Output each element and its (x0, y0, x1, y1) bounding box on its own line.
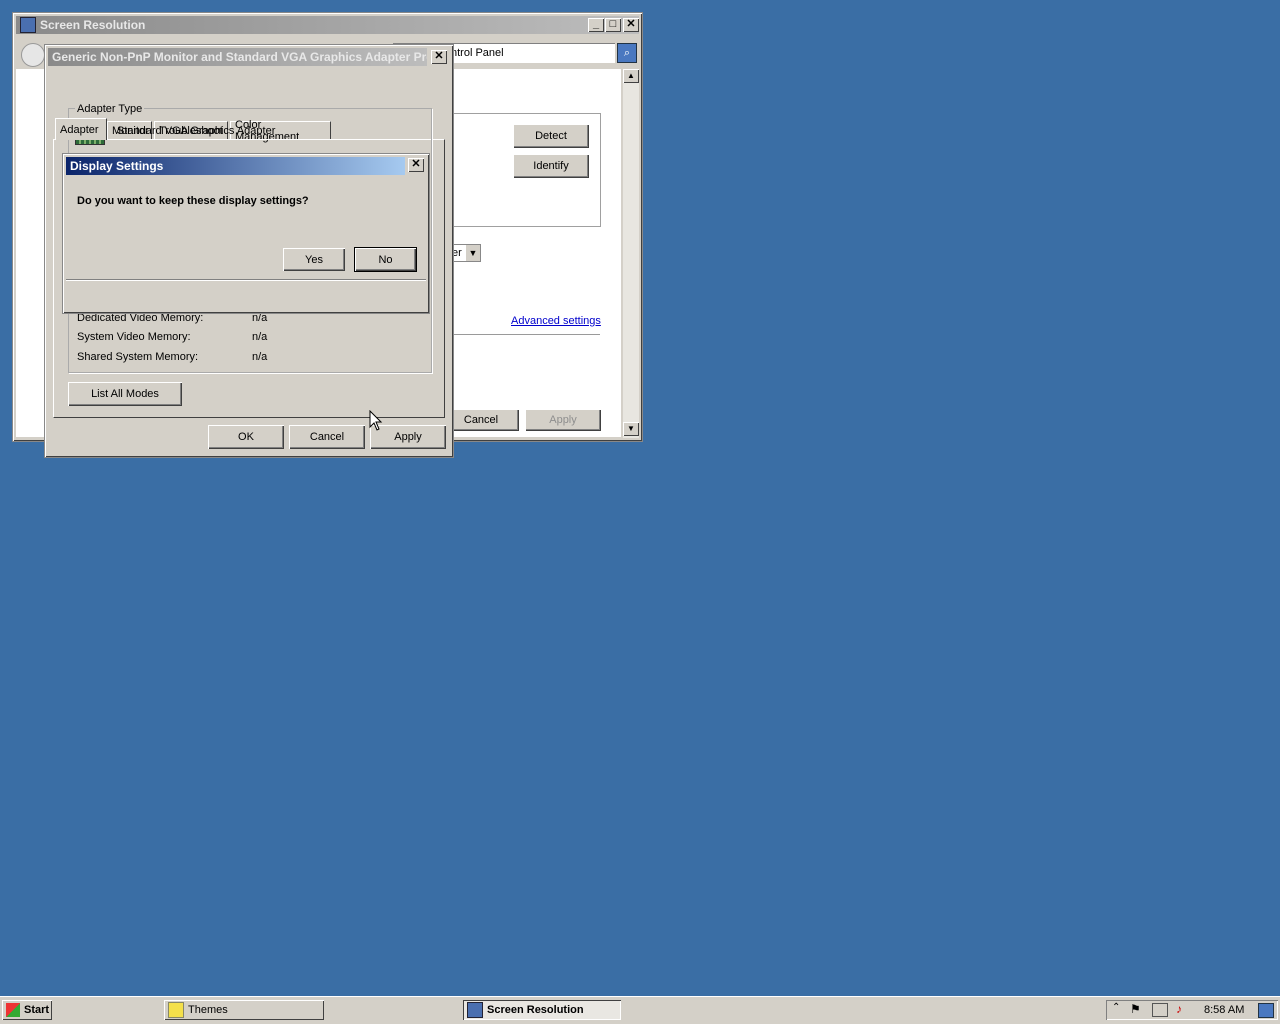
show-desktop-icon[interactable] (1258, 1003, 1274, 1018)
detect-button[interactable]: Detect (513, 124, 589, 148)
vertical-scrollbar[interactable]: ▲ ▼ (623, 69, 639, 438)
screen-resolution-titlebar[interactable]: Screen Resolution (16, 16, 639, 34)
memory-value-system: n/a (252, 331, 268, 343)
start-button[interactable]: Start (2, 1000, 52, 1020)
system-tray: ⌃ ⚑ ♪ 8:58 AM (1106, 1000, 1278, 1020)
chevron-up-icon[interactable]: ⌃ (1112, 1002, 1120, 1013)
folder-icon (168, 1002, 184, 1018)
identify-button[interactable]: Identify (513, 154, 589, 178)
chevron-down-icon: ▼ (466, 245, 480, 261)
network-icon[interactable] (1152, 1003, 1168, 1017)
mouse-cursor-icon (369, 410, 383, 431)
no-button[interactable]: No (354, 247, 417, 272)
tab-adapter[interactable]: Adapter (55, 118, 107, 140)
apply-button[interactable]: Apply (525, 409, 601, 431)
keep-settings-question: Do you want to keep these display settin… (77, 195, 309, 207)
windows-logo-icon (6, 1003, 20, 1017)
close-button[interactable]: ✕ (431, 50, 447, 64)
adapter-type-label: Adapter Type (75, 103, 145, 115)
monitor-icon (20, 17, 36, 33)
taskbar-item-label: Themes (188, 1004, 228, 1016)
dialog-title: Generic Non-PnP Monitor and Standard VGA… (52, 50, 427, 64)
yes-button[interactable]: Yes (283, 248, 345, 271)
flag-icon[interactable]: ⚑ (1130, 1002, 1141, 1016)
adapter-name: Standard VGA Graphics Adapter (117, 125, 276, 137)
taskbar-item-label: Screen Resolution (487, 1004, 584, 1016)
ok-button[interactable]: OK (208, 425, 284, 449)
divider (453, 334, 600, 335)
clock[interactable]: 8:58 AM (1204, 1004, 1244, 1016)
maximize-button[interactable]: □ (605, 18, 621, 32)
scroll-down-icon[interactable]: ▼ (623, 422, 639, 436)
memory-label-shared: Shared System Memory: (77, 351, 199, 363)
scroll-up-icon[interactable]: ▲ (623, 69, 639, 83)
minimize-button[interactable]: _ (588, 18, 604, 32)
list-all-modes-button[interactable]: List All Modes (68, 382, 182, 406)
back-button-icon[interactable] (21, 43, 45, 67)
adapter-properties-titlebar[interactable]: Generic Non-PnP Monitor and Standard VGA… (48, 48, 427, 66)
display-settings-titlebar[interactable]: Display Settings (66, 157, 405, 175)
memory-label-system: System Video Memory: (77, 331, 191, 343)
cancel-button[interactable]: Cancel (289, 425, 365, 449)
monitor-icon (467, 1002, 483, 1018)
dialog-divider (66, 279, 426, 281)
memory-value-shared: n/a (252, 351, 268, 363)
taskbar: Start Themes Screen Resolution ⌃ ⚑ ♪ 8:5… (0, 996, 1280, 1024)
window-title: Screen Resolution (40, 18, 146, 32)
display-settings-dialog: Display Settings ✕ Do you want to keep t… (62, 153, 430, 314)
dialog-title: Display Settings (70, 159, 164, 173)
address-text: ntrol Panel (451, 47, 504, 59)
search-icon[interactable]: ⌕ (617, 43, 637, 63)
taskbar-item-screen-resolution[interactable]: Screen Resolution (463, 1000, 621, 1020)
start-label: Start (24, 1004, 50, 1016)
volume-muted-icon[interactable]: ♪ (1176, 1002, 1182, 1016)
advanced-settings-link[interactable]: Advanced settings (511, 315, 601, 327)
close-button[interactable]: ✕ (408, 158, 424, 172)
close-button[interactable]: ✕ (623, 18, 639, 32)
cancel-button[interactable]: Cancel (443, 409, 519, 431)
taskbar-item-themes[interactable]: Themes (164, 1000, 324, 1020)
